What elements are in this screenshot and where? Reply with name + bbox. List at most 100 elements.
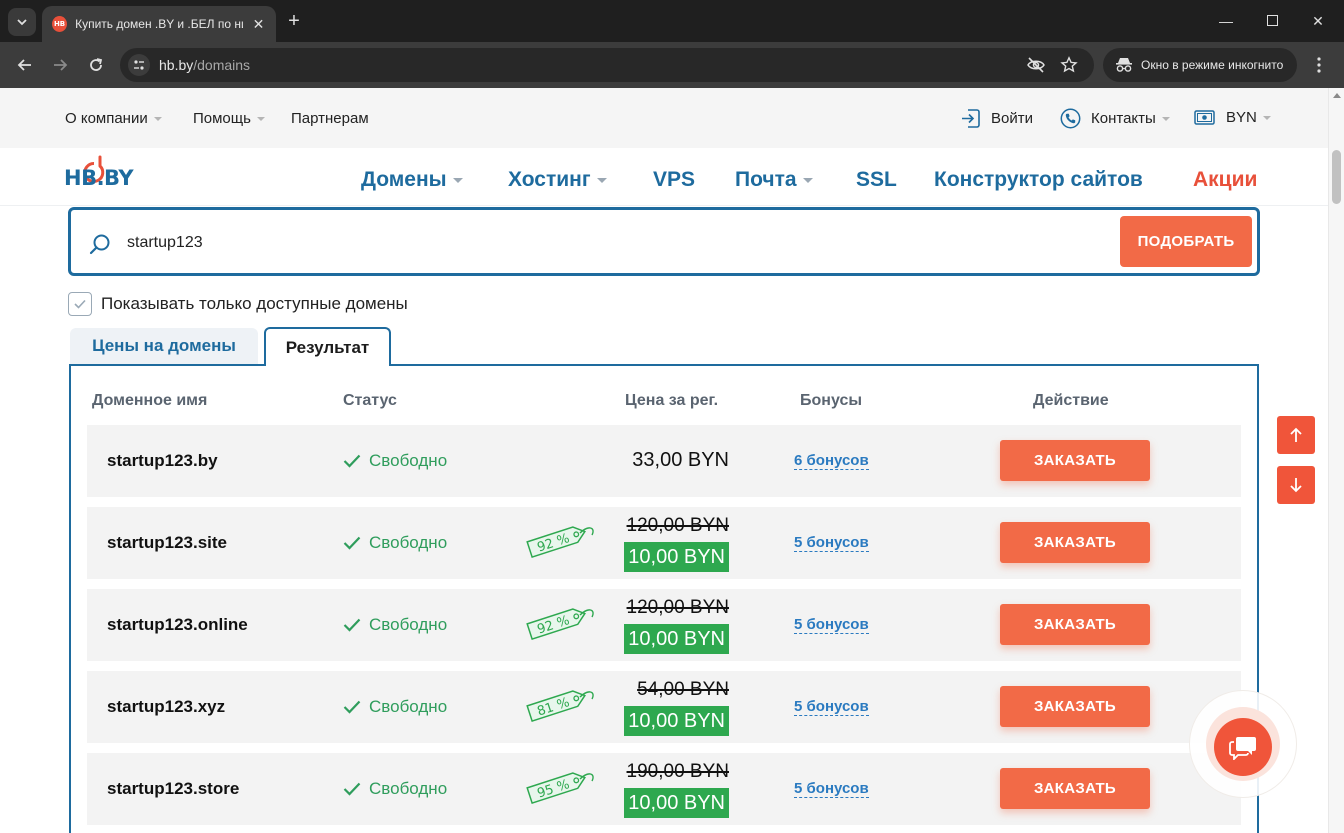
discount-tag-icon: 81 % bbox=[526, 690, 594, 723]
contacts-menu[interactable]: Контакты bbox=[1060, 108, 1170, 129]
back-icon[interactable] bbox=[12, 52, 38, 78]
header-status: Статус bbox=[343, 392, 397, 409]
discount-label: 92 % bbox=[535, 531, 571, 555]
bonus-link[interactable]: 5 бонусов bbox=[794, 534, 869, 552]
scroll-down-button[interactable] bbox=[1277, 466, 1315, 504]
help-label: Помощь bbox=[193, 110, 251, 127]
nav-vps[interactable]: VPS bbox=[653, 168, 695, 192]
tab-result[interactable]: Результат bbox=[264, 327, 391, 366]
eye-off-icon[interactable] bbox=[1026, 56, 1046, 74]
partners-link[interactable]: Партнерам bbox=[291, 110, 369, 127]
help-menu[interactable]: Помощь bbox=[193, 110, 265, 127]
new-price: 10,00 BYN bbox=[624, 542, 729, 572]
currency-selector[interactable]: BYN bbox=[1194, 109, 1271, 126]
only-available-filter[interactable]: Показывать только доступные домены bbox=[68, 292, 408, 316]
forward-icon[interactable] bbox=[47, 52, 73, 78]
logo-text: HB.BY bbox=[64, 166, 134, 190]
tab-search-button[interactable] bbox=[8, 8, 36, 36]
scrollbar-thumb[interactable] bbox=[1332, 150, 1341, 204]
nav-vps-label: VPS bbox=[653, 168, 696, 191]
order-button[interactable]: ЗАКАЗАТЬ bbox=[1000, 604, 1150, 645]
scroll-arrow-up-icon[interactable] bbox=[1333, 93, 1341, 98]
scroll-up-button[interactable] bbox=[1277, 416, 1315, 454]
close-tab-icon[interactable]: ✕ bbox=[251, 16, 266, 33]
login-link[interactable]: Войти bbox=[960, 108, 1033, 129]
status-available: Свободно bbox=[343, 779, 447, 799]
status-available: Свободно bbox=[343, 697, 447, 717]
tab-domain-prices[interactable]: Цены на домены bbox=[70, 328, 258, 364]
old-price: 120,00 BYN bbox=[626, 597, 729, 618]
page-scrollbar[interactable] bbox=[1328, 88, 1344, 833]
order-button[interactable]: ЗАКАЗАТЬ bbox=[1000, 522, 1150, 563]
discount-tag-icon: 92 % bbox=[526, 608, 594, 641]
address-bar[interactable]: hb.by/domains bbox=[120, 48, 1094, 82]
order-button[interactable]: ЗАКАЗАТЬ bbox=[1000, 768, 1150, 809]
caret-down-icon bbox=[1161, 116, 1170, 121]
table-row: startup123.online Свободно 92 % 120,00 B… bbox=[87, 589, 1241, 661]
minimize-icon[interactable]: — bbox=[1214, 10, 1238, 32]
nav-ssl[interactable]: SSL bbox=[856, 168, 897, 192]
domain-name: startup123.online bbox=[107, 615, 248, 634]
chevron-down-icon bbox=[17, 19, 27, 26]
new-tab-icon[interactable]: + bbox=[284, 10, 304, 32]
browser-tab[interactable]: HB Купить домен .BY и .БЕЛ по ни ✕ bbox=[42, 6, 276, 42]
partners-label: Партнерам bbox=[291, 110, 369, 127]
site-info-icon[interactable] bbox=[128, 54, 150, 76]
only-available-checkbox[interactable] bbox=[68, 292, 92, 316]
bonus-link[interactable]: 5 бонусов bbox=[794, 780, 869, 798]
tab-title: Купить домен .BY и .БЕЛ по ни bbox=[75, 17, 243, 31]
browser-menu-icon[interactable] bbox=[1306, 52, 1332, 78]
header-domain: Доменное имя bbox=[92, 392, 208, 409]
nav-mail[interactable]: Почта bbox=[735, 168, 813, 192]
nav-ssl-label: SSL bbox=[856, 168, 897, 191]
incognito-indicator[interactable]: Окно в режиме инкогнито bbox=[1103, 48, 1297, 82]
check-icon bbox=[343, 536, 361, 550]
domain-search-box: ПОДОБРАТЬ bbox=[68, 207, 1260, 276]
phone-icon bbox=[1060, 108, 1081, 129]
search-submit-button[interactable]: ПОДОБРАТЬ bbox=[1120, 216, 1252, 267]
status-label: Свободно bbox=[369, 697, 448, 716]
nav-hosting[interactable]: Хостинг bbox=[508, 168, 607, 192]
order-button[interactable]: ЗАКАЗАТЬ bbox=[1000, 440, 1150, 481]
price: 33,00 BYN bbox=[632, 449, 729, 471]
check-icon bbox=[343, 618, 361, 632]
nav-domains-label: Домены bbox=[361, 168, 447, 191]
nav-domains[interactable]: Домены bbox=[361, 168, 463, 192]
logo[interactable]: HB.BY bbox=[64, 154, 136, 198]
domain-search-input[interactable] bbox=[127, 232, 1027, 254]
discount-label: 92 % bbox=[535, 613, 571, 637]
bookmark-star-icon[interactable] bbox=[1059, 56, 1079, 74]
bonus-link[interactable]: 5 бонусов bbox=[794, 616, 869, 634]
money-icon bbox=[1194, 110, 1215, 125]
new-price: 10,00 BYN bbox=[624, 788, 729, 818]
caret-down-icon bbox=[153, 116, 162, 121]
caret-down-icon bbox=[802, 177, 813, 183]
nav-mail-label: Почта bbox=[735, 168, 797, 191]
nav-site-builder[interactable]: Конструктор сайтов bbox=[934, 168, 1143, 192]
old-price: 190,00 BYN bbox=[626, 761, 729, 782]
only-available-label: Показывать только доступные домены bbox=[101, 294, 408, 313]
bonus-link[interactable]: 6 бонусов bbox=[794, 452, 869, 470]
table-row: startup123.site Свободно 92 % 120,00 BYN… bbox=[87, 507, 1241, 579]
incognito-icon bbox=[1116, 58, 1132, 72]
utility-bar: О компании Помощь Партнерам Войти Контак… bbox=[0, 88, 1328, 148]
close-window-icon[interactable]: ✕ bbox=[1306, 10, 1330, 32]
main-navigation: HB.BY Домены Хостинг VPS Почта SSL Конст… bbox=[0, 148, 1328, 206]
maximize-icon[interactable] bbox=[1260, 10, 1284, 32]
page-viewport: О компании Помощь Партнерам Войти Контак… bbox=[0, 88, 1328, 833]
caret-down-icon bbox=[596, 177, 607, 183]
status-available: Свободно bbox=[343, 533, 447, 553]
about-menu[interactable]: О компании bbox=[65, 110, 162, 127]
reload-icon[interactable] bbox=[83, 52, 109, 78]
bonus-link[interactable]: 5 бонусов bbox=[794, 698, 869, 716]
chat-button[interactable] bbox=[1214, 718, 1272, 776]
url-text: hb.by/domains bbox=[159, 57, 251, 73]
status-label: Свободно bbox=[369, 451, 448, 470]
caret-down-icon bbox=[1262, 115, 1271, 120]
domain-name: startup123.xyz bbox=[107, 697, 226, 716]
order-button[interactable]: ЗАКАЗАТЬ bbox=[1000, 686, 1150, 727]
search-icon bbox=[89, 234, 110, 255]
nav-promotions[interactable]: Акции bbox=[1193, 168, 1257, 192]
domain-name: startup123.by bbox=[107, 451, 218, 470]
header-bonuses: Бонусы bbox=[800, 392, 862, 409]
